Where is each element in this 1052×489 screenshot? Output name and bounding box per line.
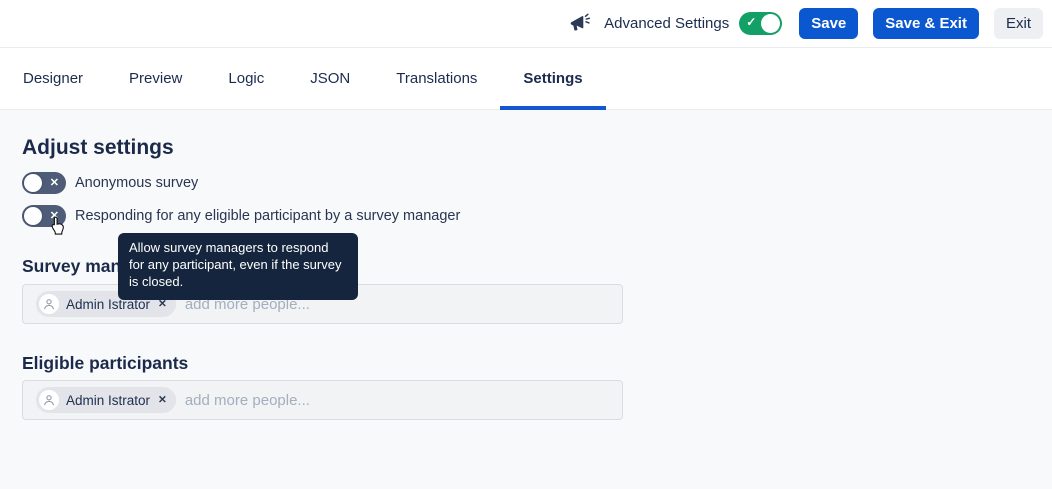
toggle-knob xyxy=(24,207,42,225)
tab-bar: Designer Preview Logic JSON Translations… xyxy=(0,48,1052,110)
tab-logic[interactable]: Logic xyxy=(205,48,287,109)
anonymous-survey-row: ✕ Anonymous survey xyxy=(22,172,198,194)
person-chip: Admin Istrator ✕ xyxy=(36,387,176,413)
chip-name: Admin Istrator xyxy=(66,393,150,408)
exit-button[interactable]: Exit xyxy=(994,8,1043,39)
hand-cursor xyxy=(49,215,68,243)
chip-remove-x-icon[interactable]: ✕ xyxy=(158,394,167,406)
megaphone-icon xyxy=(569,13,591,35)
toggle-knob xyxy=(761,14,780,33)
tab-json[interactable]: JSON xyxy=(287,48,373,109)
settings-panel: Adjust settings ✕ Anonymous survey ✕ Res… xyxy=(0,110,1052,489)
manager-responding-row: ✕ Responding for any eligible participan… xyxy=(22,205,460,227)
toggle-tooltip: Allow survey managers to respond for any… xyxy=(118,233,358,300)
tab-preview[interactable]: Preview xyxy=(106,48,205,109)
page-title: Adjust settings xyxy=(22,136,174,160)
tab-settings[interactable]: Settings xyxy=(500,48,605,109)
anonymous-survey-toggle[interactable]: ✕ xyxy=(22,172,66,194)
person-icon xyxy=(39,294,59,314)
tab-translations[interactable]: Translations xyxy=(373,48,500,109)
person-icon xyxy=(39,390,59,410)
chip-remove-x-icon[interactable]: ✕ xyxy=(158,298,167,310)
add-people-input[interactable] xyxy=(185,381,622,419)
save-button[interactable]: Save xyxy=(799,8,858,39)
tab-designer[interactable]: Designer xyxy=(0,48,106,109)
advanced-settings-toggle[interactable]: ✓ xyxy=(739,12,782,35)
save-and-exit-button[interactable]: Save & Exit xyxy=(873,8,979,39)
toggle-knob xyxy=(24,174,42,192)
manager-responding-label: Responding for any eligible participant … xyxy=(75,208,460,224)
anonymous-survey-label: Anonymous survey xyxy=(75,175,198,191)
top-toolbar: Advanced Settings ✓ Save Save & Exit Exi… xyxy=(0,0,1052,48)
x-icon: ✕ xyxy=(50,176,59,190)
eligible-participants-heading: Eligible participants xyxy=(22,353,188,374)
eligible-participants-input[interactable]: Admin Istrator ✕ xyxy=(22,380,623,420)
advanced-settings-label: Advanced Settings xyxy=(604,15,729,32)
check-icon: ✓ xyxy=(746,15,756,29)
